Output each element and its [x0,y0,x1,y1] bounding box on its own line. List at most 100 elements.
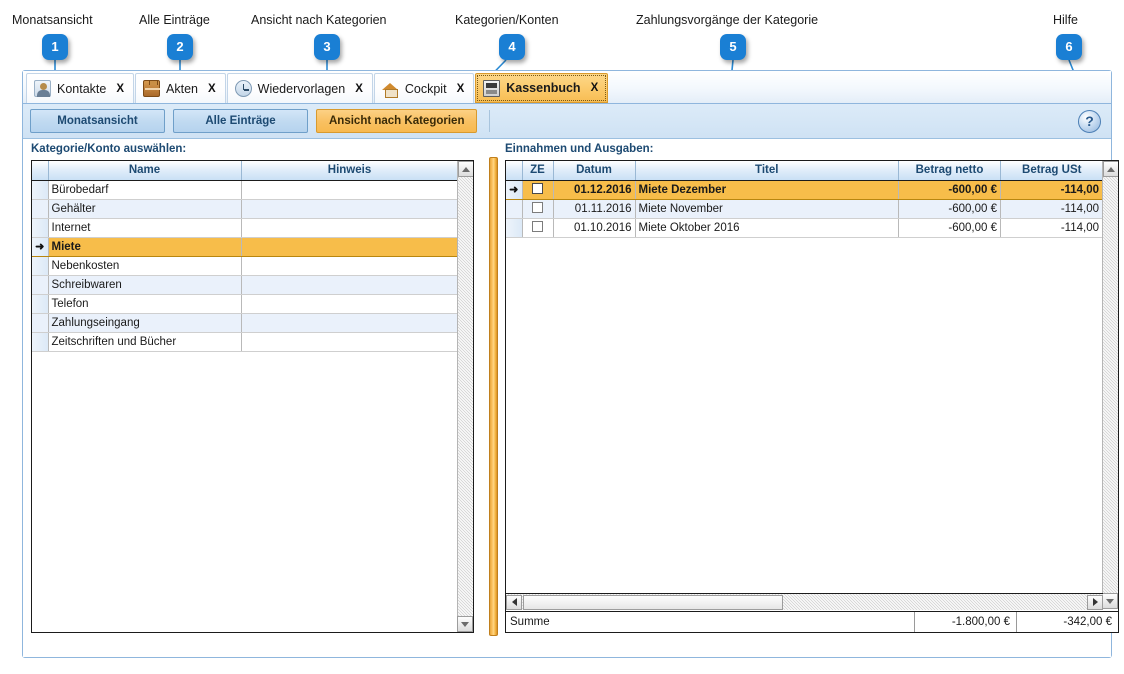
cell-ze[interactable] [522,180,554,200]
summary-netto: -1.800,00 € [914,612,1016,632]
table-row[interactable]: Schreibwaren [32,275,458,295]
panel-splitter[interactable] [489,157,498,636]
table-row-selected[interactable]: ➜ 01.12.2016 Miete Dezember -600,00 € -1… [506,180,1103,200]
person-icon [34,80,51,97]
cell-netto: -600,00 € [898,218,1001,238]
callout-badge-3: 3 [314,34,340,60]
cell-titel: Miete Dezember [635,180,899,200]
tab-close-icon[interactable]: X [457,83,465,95]
cell-name: Zeitschriften und Bücher [48,332,242,352]
row-marker [32,180,49,200]
column-header-datum[interactable]: Datum [553,161,636,181]
btn-alle-eintraege[interactable]: Alle Einträge [173,109,308,133]
scroll-down-icon[interactable] [1102,593,1118,609]
category-table-body: Bürobedarf Gehälter Internet ➜ Miete Nebe… [32,180,458,352]
cashbook-icon [483,79,501,97]
row-marker [506,218,523,238]
toolbar-separator [489,110,491,132]
cell-datum: 01.12.2016 [553,180,636,200]
cell-netto: -600,00 € [898,180,1001,200]
content-area: Kategorie/Konto auswählen: Einnahmen und… [23,139,1119,657]
btn-monatsansicht[interactable]: Monatsansicht [30,109,165,133]
summary-row: Summe -1.800,00 € -342,00 € [506,611,1118,632]
callout-label-6: Hilfe [1053,13,1079,27]
row-marker [32,313,49,333]
left-vertical-scrollbar[interactable] [457,161,473,632]
table-row[interactable]: Internet [32,218,458,238]
table-header-row: Name Hinweis [32,161,458,181]
cell-hinweis [241,199,458,219]
row-selector-header [506,161,523,181]
tab-kassenbuch[interactable]: Kassenbuch X [475,73,609,103]
table-row[interactable]: Zahlungseingang [32,313,458,333]
column-header-betrag-netto[interactable]: Betrag netto [898,161,1001,181]
cell-ust: -114,00 [1000,218,1103,238]
row-marker [32,218,49,238]
table-row[interactable]: Gehälter [32,199,458,219]
callout-badge-6: 6 [1056,34,1082,60]
cell-hinweis [241,180,458,200]
scroll-down-icon[interactable] [457,616,473,632]
tab-wiedervorlagen[interactable]: Wiedervorlagen X [226,73,373,103]
view-toolbar: Monatsansicht Alle Einträge Ansicht nach… [23,104,1111,139]
left-panel-caption: Kategorie/Konto auswählen: [31,143,187,155]
tab-label: Kassenbuch [506,81,581,95]
cell-titel: Miete November [635,199,899,219]
category-table: Name Hinweis Bürobedarf Gehälter Interne… [32,161,458,352]
callout-badge-1: 1 [42,34,68,60]
table-row[interactable]: Nebenkosten [32,256,458,276]
cell-hinweis [241,275,458,295]
column-header-betrag-ust[interactable]: Betrag USt [1000,161,1103,181]
tab-close-icon[interactable]: X [591,82,599,94]
tab-close-icon[interactable]: X [116,83,124,95]
right-vertical-scrollbar[interactable] [1102,161,1118,609]
help-icon[interactable]: ? [1078,110,1101,133]
scroll-left-icon[interactable] [506,594,522,610]
scroll-right-icon[interactable] [1087,594,1103,610]
tab-kontakte[interactable]: Kontakte X [26,73,135,103]
checkbox-icon[interactable] [532,183,543,194]
horizontal-scrollbar[interactable] [506,593,1103,610]
callout-badge-2: 2 [167,34,193,60]
cell-name: Zahlungseingang [48,313,242,333]
row-marker [32,199,49,219]
column-header-hinweis[interactable]: Hinweis [241,161,458,181]
tab-akten[interactable]: Akten X [135,73,226,103]
checkbox-icon[interactable] [532,202,543,213]
cell-ze[interactable] [522,199,554,219]
tab-cockpit[interactable]: Cockpit X [373,73,475,103]
row-marker [506,199,523,219]
payments-table: ZE Datum Titel Betrag netto Betrag USt ➜… [506,161,1103,238]
column-header-name[interactable]: Name [48,161,242,181]
payments-table-body: ➜ 01.12.2016 Miete Dezember -600,00 € -1… [506,180,1103,238]
callout-label-2: Alle Einträge [139,13,210,27]
cell-hinweis [241,332,458,352]
application-window: Kontakte X Akten X Wiedervorlagen X Cock… [22,70,1119,658]
table-row[interactable]: Zeitschriften und Bücher [32,332,458,352]
column-header-titel[interactable]: Titel [635,161,899,181]
table-row[interactable]: Bürobedarf [32,180,458,200]
cell-ust: -114,00 [1000,199,1103,219]
scroll-up-icon[interactable] [1103,161,1118,177]
table-row[interactable]: 01.10.2016 Miete Oktober 2016 -600,00 € … [506,218,1103,238]
cell-hinweis [241,256,458,276]
table-row[interactable]: 01.11.2016 Miete November -600,00 € -114… [506,199,1103,219]
table-row-selected[interactable]: ➜ Miete [32,237,458,257]
table-row[interactable]: Telefon [32,294,458,314]
checkbox-icon[interactable] [532,221,543,232]
btn-ansicht-nach-kategorien[interactable]: Ansicht nach Kategorien [316,109,478,133]
scroll-thumb[interactable] [523,594,783,610]
tab-close-icon[interactable]: X [208,83,216,95]
cell-datum: 01.10.2016 [553,218,636,238]
tab-label: Akten [166,81,198,96]
scroll-up-icon[interactable] [458,161,473,177]
tab-label: Wiedervorlagen [257,81,346,96]
cell-ze[interactable] [522,218,554,238]
row-marker-current: ➜ [32,237,49,257]
column-header-ze[interactable]: ZE [522,161,554,181]
cell-titel: Miete Oktober 2016 [635,218,899,238]
tab-close-icon[interactable]: X [355,83,363,95]
row-marker [32,294,49,314]
cell-hinweis [241,294,458,314]
row-marker [32,332,49,352]
